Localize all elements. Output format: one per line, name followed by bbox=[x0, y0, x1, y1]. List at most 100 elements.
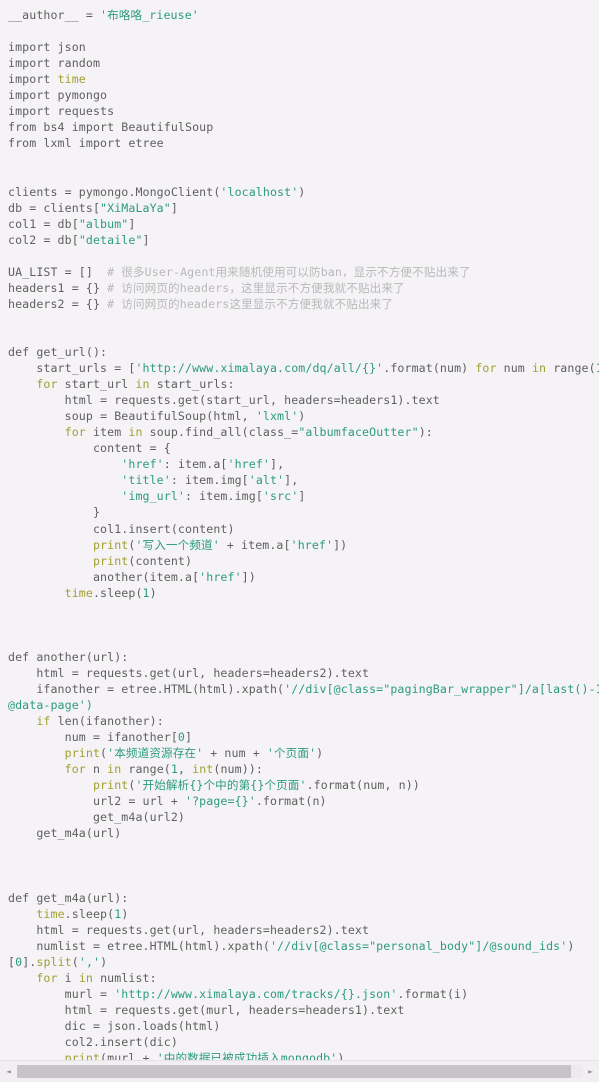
code-token: + num + bbox=[203, 746, 267, 761]
code-token: ) bbox=[316, 746, 324, 761]
code-token: ]) bbox=[241, 569, 256, 584]
code-token: range( bbox=[546, 361, 596, 376]
code-token: UA_LIST = [] bbox=[8, 264, 108, 279]
code-token: col2 = db[ bbox=[8, 232, 79, 247]
code-token: ] bbox=[185, 730, 193, 745]
code-line: html = requests.get(start_url, headers=h… bbox=[0, 392, 599, 408]
code-token: for bbox=[64, 425, 86, 440]
code-token: ) bbox=[121, 906, 129, 921]
code-token: in bbox=[128, 425, 143, 440]
code-line: def get_m4a(url): bbox=[0, 890, 599, 906]
code-token: ] bbox=[142, 232, 150, 247]
code-token: 'img_url' bbox=[121, 489, 186, 504]
code-token: numlist = etree.HTML(html).xpath( bbox=[8, 938, 270, 953]
code-token: soup = BeautifulSoup(html, bbox=[8, 409, 256, 424]
code-line: html = requests.get(url, headers=headers… bbox=[0, 922, 599, 938]
code-token: html = requests.get(murl, headers=header… bbox=[8, 1002, 405, 1017]
horizontal-scrollbar[interactable]: ◄ ► bbox=[0, 1060, 599, 1082]
code-token: ) bbox=[337, 1051, 345, 1060]
code-line: if len(ifanother): bbox=[0, 713, 599, 729]
code-token: start_url bbox=[57, 377, 136, 392]
code-token: ]) bbox=[333, 537, 348, 552]
code-token: .format(i) bbox=[397, 986, 469, 1001]
code-token: print bbox=[92, 537, 129, 552]
code-token: ) bbox=[298, 184, 306, 199]
code-token: "albumfaceOutter" bbox=[298, 425, 419, 440]
code-line: 'href': item.a['href'], bbox=[0, 456, 599, 472]
code-token: 'lxml' bbox=[255, 409, 299, 424]
code-line: import random bbox=[0, 55, 599, 71]
code-content[interactable]: __author__ = '布咯咯_rieuse' import json imp… bbox=[0, 0, 599, 1060]
code-token: split bbox=[36, 954, 72, 969]
code-token: "detaile" bbox=[78, 232, 143, 247]
code-token: num = ifanother[ bbox=[8, 730, 178, 745]
code-token: 1 bbox=[170, 762, 178, 777]
code-token: in bbox=[107, 762, 122, 777]
code-token: for bbox=[64, 762, 86, 777]
code-token: print bbox=[64, 1051, 101, 1060]
code-token: (content) bbox=[128, 553, 193, 568]
code-line: headers2 = {} # 访问网页的headers这里显示不方便我就不贴出… bbox=[0, 296, 599, 312]
code-token: : item.img[ bbox=[170, 473, 249, 488]
scrollbar-thumb[interactable] bbox=[17, 1065, 571, 1078]
code-token: } bbox=[8, 505, 101, 520]
code-line: [0].split(',') bbox=[0, 954, 599, 970]
code-token: 1 bbox=[142, 585, 150, 600]
code-line: numlist = etree.HTML(html).xpath('//div[… bbox=[0, 938, 599, 954]
code-token: 'src' bbox=[262, 489, 299, 504]
code-token: murl = bbox=[8, 986, 115, 1001]
code-line: html = requests.get(murl, headers=header… bbox=[0, 1002, 599, 1018]
code-token: def get_m4a(url): bbox=[8, 890, 129, 905]
scroll-left-arrow-icon[interactable]: ◄ bbox=[0, 1061, 17, 1082]
code-line: @data-page') bbox=[0, 697, 599, 713]
code-token: __author__ = bbox=[8, 8, 101, 22]
code-token: for bbox=[36, 377, 58, 392]
code-token: print bbox=[92, 778, 129, 793]
code-line: import json bbox=[0, 39, 599, 55]
code-token: if bbox=[36, 714, 51, 729]
code-line: for i in numlist: bbox=[0, 970, 599, 986]
code-token: ( bbox=[71, 954, 79, 969]
code-token: import requests bbox=[8, 104, 115, 119]
code-token: import json bbox=[8, 40, 86, 55]
code-line: get_m4a(url2) bbox=[0, 809, 599, 825]
code-line: url2 = url + '?page={}'.format(n) bbox=[0, 793, 599, 809]
scroll-right-arrow-icon[interactable]: ► bbox=[582, 1061, 599, 1082]
code-line: import time bbox=[0, 71, 599, 87]
code-token: 'http://www.ximalaya.com/tracks/{}.json' bbox=[114, 986, 398, 1001]
code-token: from lxml import etree bbox=[8, 136, 164, 151]
code-line: content = { bbox=[0, 440, 599, 456]
code-line: start_urls = ['http://www.ximalaya.com/d… bbox=[0, 360, 599, 376]
code-line: import requests bbox=[0, 103, 599, 119]
code-line: clients = pymongo.MongoClient('localhost… bbox=[0, 184, 599, 200]
code-line: col1.insert(content) bbox=[0, 521, 599, 537]
code-token: content = { bbox=[8, 441, 171, 456]
code-line: print(murl + '中的数据已被成功插入mongodb') bbox=[0, 1050, 599, 1060]
code-line: from bs4 import BeautifulSoup bbox=[0, 119, 599, 135]
code-token: time bbox=[36, 906, 65, 921]
code-token: 'title' bbox=[121, 473, 171, 488]
code-token: import random bbox=[8, 56, 101, 71]
code-token: .sleep( bbox=[92, 585, 143, 600]
code-token: (num)): bbox=[213, 762, 263, 777]
code-line: def get_url(): bbox=[0, 344, 599, 360]
code-token: '//div[@class="pagingBar_wrapper"]/a[las… bbox=[284, 681, 599, 696]
code-token: ',' bbox=[78, 954, 101, 969]
code-token: headers1 = {} bbox=[8, 280, 108, 295]
code-token: ): bbox=[418, 425, 433, 440]
scrollbar-track[interactable] bbox=[17, 1065, 582, 1078]
code-token: headers2 = {} bbox=[8, 296, 108, 311]
code-token: another(item.a[ bbox=[8, 569, 200, 584]
